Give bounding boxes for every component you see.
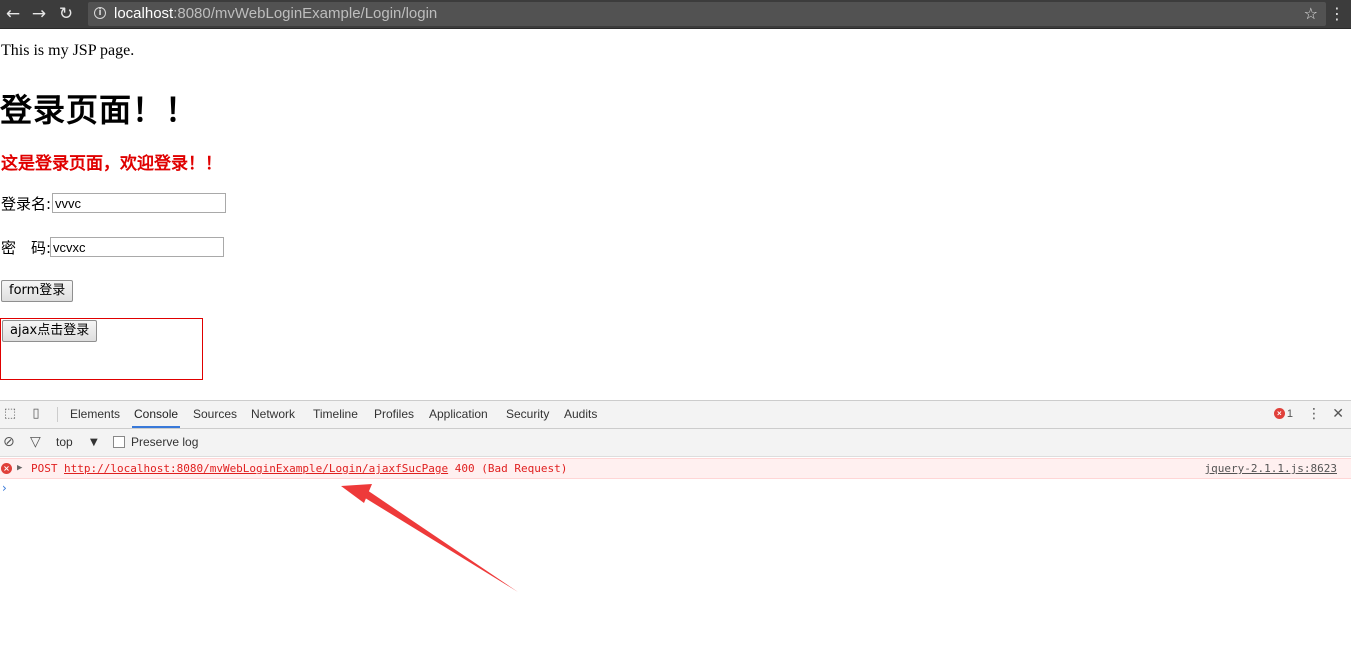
arrow-head	[341, 484, 372, 503]
arrow-shaft	[357, 486, 518, 592]
annotation-arrow	[341, 484, 518, 592]
